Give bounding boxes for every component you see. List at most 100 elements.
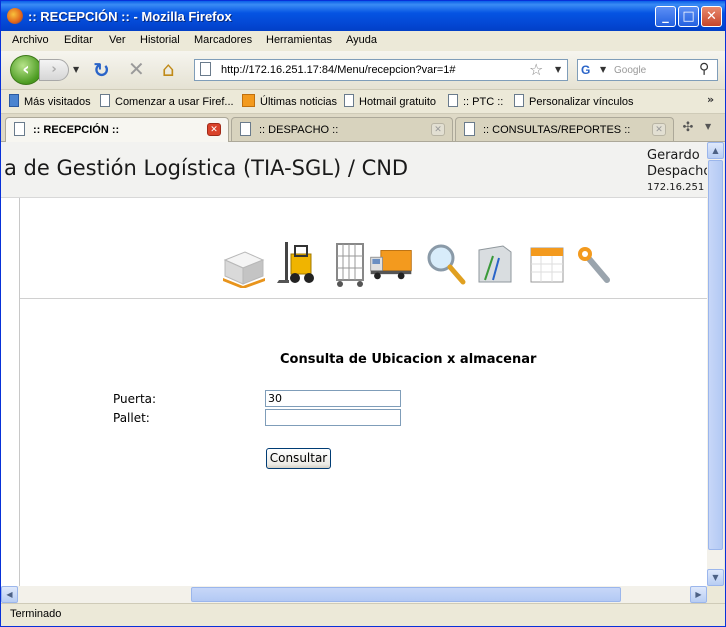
- url-dropdown-icon[interactable]: ▼: [555, 65, 561, 74]
- close-tab-icon[interactable]: ✕: [652, 123, 666, 136]
- new-tab-icon[interactable]: ✣: [677, 120, 699, 140]
- menu-herramientas[interactable]: Herramientas: [266, 34, 332, 46]
- tab-recepcion[interactable]: :: RECEPCIÓN :: ✕: [5, 117, 229, 142]
- page-icon: [344, 94, 354, 107]
- search-icon[interactable]: ⚲: [699, 61, 709, 77]
- back-arrow-icon: ‹: [22, 59, 30, 80]
- consultar-button[interactable]: Consultar: [266, 448, 331, 469]
- smart-folder-icon: [9, 94, 19, 107]
- title-bar: :: RECEPCIÓN :: - Mozilla Firefox _ □ ✕: [1, 1, 725, 31]
- tab-label: :: DESPACHO ::: [259, 124, 339, 136]
- menu-bar: Archivo Editar Ver Historial Marcadores …: [1, 31, 725, 51]
- menu-marcadores[interactable]: Marcadores: [194, 34, 252, 46]
- browser-window: :: RECEPCIÓN :: - Mozilla Firefox _ □ ✕ …: [0, 0, 726, 627]
- app-title: a de Gestión Logística (TIA-SGL) / CND: [4, 156, 409, 180]
- user-name: Gerardo: [647, 148, 700, 163]
- home-icon[interactable]: ⌂: [162, 59, 175, 79]
- page-icon: [14, 122, 25, 136]
- page-icon: [240, 122, 251, 136]
- search-engine-dropdown-icon[interactable]: ▼: [600, 65, 606, 74]
- user-info: Gerardo Despacho 172.16.251: [647, 148, 707, 196]
- vertical-scrollbar[interactable]: ▲ ▼: [707, 142, 724, 586]
- close-tab-icon[interactable]: ✕: [207, 123, 221, 136]
- bookmark-label: Hotmail gratuito: [359, 96, 437, 108]
- menu-editar[interactable]: Editar: [64, 34, 93, 46]
- address-bar[interactable]: http://172.16.251.17:84/Menu/recepcion?v…: [194, 59, 568, 81]
- scroll-up-icon[interactable]: ▲: [707, 142, 724, 159]
- user-role: Despacho: [647, 164, 707, 179]
- scroll-down-icon[interactable]: ▼: [707, 569, 724, 586]
- forklift-icon[interactable]: [277, 240, 321, 288]
- navigation-toolbar: ‹ › ▼ ↻ ✕ ⌂ http://172.16.251.17:84/Menu…: [1, 51, 725, 90]
- status-text: Terminado: [10, 608, 62, 620]
- close-window-button[interactable]: ✕: [701, 6, 722, 27]
- bookmark-label: Últimas noticias: [260, 96, 338, 108]
- form-heading: Consulta de Ubicacion x almacenar: [280, 352, 537, 367]
- tab-consultas-reportes[interactable]: :: CONSULTAS/REPORTES :: ✕: [455, 117, 674, 141]
- bookmark-label: :: PTC ::: [463, 96, 504, 108]
- user-ip: 172.16.251: [647, 182, 705, 193]
- bookmark-ptc[interactable]: :: PTC ::: [448, 94, 503, 108]
- horizontal-scrollbar[interactable]: ◀ ▶: [1, 586, 707, 603]
- truck-icon[interactable]: [369, 240, 413, 288]
- left-divider: [19, 198, 20, 586]
- magnifier-icon[interactable]: [425, 240, 469, 288]
- puerta-input[interactable]: [265, 390, 401, 407]
- menu-archivo[interactable]: Archivo: [12, 34, 49, 46]
- page-icon: [448, 94, 458, 107]
- module-icons-row: [221, 240, 621, 290]
- reload-icon[interactable]: ↻: [93, 60, 110, 80]
- page-icon: [200, 62, 211, 76]
- folder-icon[interactable]: [473, 240, 517, 288]
- page-content: a de Gestión Logística (TIA-SGL) / CND G…: [1, 142, 707, 586]
- google-icon[interactable]: G: [581, 63, 596, 77]
- pallet-input[interactable]: [265, 409, 401, 426]
- puerta-label: Puerta:: [113, 392, 157, 406]
- back-button[interactable]: ‹: [10, 55, 42, 85]
- maximize-button[interactable]: □: [678, 6, 699, 27]
- page-icon: [514, 94, 524, 107]
- pallet-icon[interactable]: [221, 240, 265, 288]
- bookmark-star-icon[interactable]: ☆: [529, 60, 543, 79]
- address-url[interactable]: http://172.16.251.17:84/Menu/recepcion?v…: [221, 64, 456, 76]
- bookmark-comenzar[interactable]: Comenzar a usar Firef...: [100, 94, 234, 108]
- tab-label: :: RECEPCIÓN ::: [33, 124, 120, 136]
- forward-button[interactable]: ›: [39, 59, 69, 81]
- bookmark-mas-visitados[interactable]: Más visitados: [9, 94, 91, 108]
- window-title: :: RECEPCIÓN :: - Mozilla Firefox: [28, 9, 232, 24]
- bookmark-ultimas-noticias[interactable]: Últimas noticias: [242, 94, 337, 108]
- page-icon: [464, 122, 475, 136]
- scroll-left-icon[interactable]: ◀: [1, 586, 18, 603]
- tab-despacho[interactable]: :: DESPACHO :: ✕: [231, 117, 453, 141]
- vertical-scroll-thumb[interactable]: [708, 160, 723, 550]
- tab-strip: :: RECEPCIÓN :: ✕ :: DESPACHO :: ✕ :: CO…: [1, 114, 725, 142]
- calendar-icon[interactable]: [525, 240, 569, 288]
- page-icon: [100, 94, 110, 107]
- rss-feed-icon: [242, 94, 255, 107]
- horizontal-scroll-thumb[interactable]: [191, 587, 621, 602]
- status-bar: Terminado: [1, 603, 725, 626]
- menu-ver[interactable]: Ver: [109, 34, 126, 46]
- wrench-icon[interactable]: [573, 240, 617, 288]
- menu-ayuda[interactable]: Ayuda: [346, 34, 377, 46]
- scroll-right-icon[interactable]: ▶: [690, 586, 707, 603]
- history-dropdown-icon[interactable]: ▼: [73, 65, 79, 74]
- forward-arrow-icon: ›: [51, 62, 57, 77]
- menu-historial[interactable]: Historial: [140, 34, 180, 46]
- cage-cart-icon[interactable]: [329, 240, 373, 288]
- minimize-button[interactable]: _: [655, 6, 676, 27]
- bookmark-label: Comenzar a usar Firef...: [115, 96, 234, 108]
- bookmark-hotmail[interactable]: Hotmail gratuito: [344, 94, 436, 108]
- close-tab-icon[interactable]: ✕: [431, 123, 445, 136]
- bookmark-personalizar[interactable]: Personalizar vínculos: [514, 94, 634, 108]
- pallet-label: Pallet:: [113, 411, 150, 425]
- search-placeholder[interactable]: Google: [614, 65, 646, 76]
- app-header: a de Gestión Logística (TIA-SGL) / CND G…: [1, 142, 707, 198]
- bookmark-label: Personalizar vínculos: [529, 96, 634, 108]
- bookmarks-overflow-chevron-icon[interactable]: »: [707, 93, 714, 106]
- stop-icon[interactable]: ✕: [128, 59, 145, 79]
- search-box[interactable]: G ▼ Google ⚲: [577, 59, 718, 81]
- tab-list-dropdown-icon[interactable]: ▼: [705, 122, 711, 131]
- bookmarks-toolbar: Más visitados Comenzar a usar Firef... Ú…: [1, 90, 725, 114]
- icons-divider: [20, 298, 707, 299]
